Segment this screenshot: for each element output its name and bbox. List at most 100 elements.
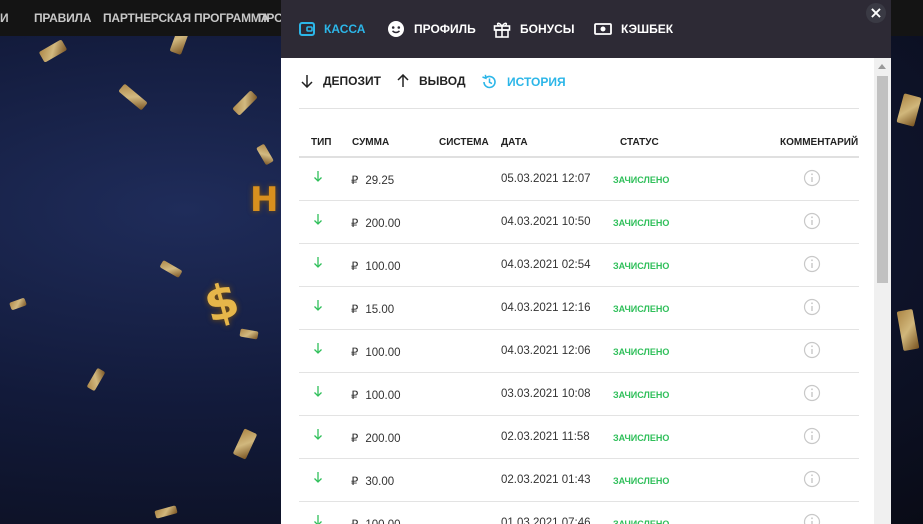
cashier-modal: КАССА ПРОФИЛЬ БОНУСЫ КЭШБЕК ДЕПОЗИТ ВЫВО… <box>281 0 891 524</box>
status-badge: ЗАЧИСЛЕНО <box>613 347 670 357</box>
status-badge: ЗАЧИСЛЕНО <box>613 175 670 185</box>
amount-value: 200.00 <box>365 218 401 230</box>
tab-cashback[interactable]: КЭШБЕК <box>594 0 673 58</box>
info-icon[interactable] <box>803 384 821 405</box>
tab-label: ПРОФИЛЬ <box>414 22 476 36</box>
deposit-arrow-icon <box>313 299 323 314</box>
status-badge: ЗАЧИСЛЕНО <box>613 261 670 271</box>
modal-header: КАССА ПРОФИЛЬ БОНУСЫ КЭШБЕК <box>281 0 891 58</box>
date-cell: 02.03.2021 01:43 <box>501 474 591 486</box>
status-badge: ЗАЧИСЛЕНО <box>613 390 670 400</box>
info-icon[interactable] <box>803 341 821 362</box>
table-row: ₽15.00 04.03.2021 12:16 ЗАЧИСЛЕНО <box>299 287 859 330</box>
date-cell: 05.03.2021 12:07 <box>501 173 591 185</box>
info-icon[interactable] <box>803 470 821 491</box>
gift-icon <box>493 22 511 38</box>
subtab-label: ДЕПОЗИТ <box>323 74 381 88</box>
info-icon[interactable] <box>803 212 821 233</box>
currency-symbol: ₽ <box>351 304 359 316</box>
nav-item[interactable]: ПРО <box>258 11 283 25</box>
deposit-arrow-icon <box>313 471 323 486</box>
amount-cell: ₽29.25 <box>351 173 394 187</box>
amount-cell: ₽200.00 <box>351 431 401 445</box>
column-status: СТАТУС <box>620 137 659 148</box>
info-icon[interactable] <box>803 255 821 276</box>
table-row: ₽30.00 02.03.2021 01:43 ЗАЧИСЛЕНО <box>299 459 859 502</box>
amount-cell: ₽100.00 <box>351 517 401 524</box>
deposit-arrow-icon <box>313 342 323 357</box>
info-icon[interactable] <box>803 169 821 190</box>
amount-value: 15.00 <box>365 304 395 316</box>
date-cell: 02.03.2021 11:58 <box>501 431 590 443</box>
tab-label: КАССА <box>324 22 366 36</box>
scrollbar[interactable] <box>874 58 891 524</box>
amount-value: 30.00 <box>365 476 395 488</box>
amount-cell: ₽100.00 <box>351 388 401 402</box>
arrow-down-icon <box>301 75 313 88</box>
tab-cashier[interactable]: КАССА <box>299 0 365 58</box>
tab-bonuses[interactable]: БОНУСЫ <box>493 0 575 58</box>
tab-profile[interactable]: ПРОФИЛЬ <box>387 0 476 58</box>
dollar-coin-icon: H <box>250 180 279 220</box>
date-cell: 04.03.2021 12:06 <box>501 345 591 357</box>
currency-symbol: ₽ <box>351 476 359 488</box>
table-row: ₽100.00 01.03.2021 07:46 ЗАЧИСЛЕНО <box>299 502 859 524</box>
dollar-coin-icon: $ <box>198 271 246 335</box>
info-icon[interactable] <box>803 427 821 448</box>
amount-cell: ₽15.00 <box>351 302 394 316</box>
history-table: ТИП СУММА СИСТЕМА ДАТА СТАТУС КОММЕНТАРИ… <box>299 128 859 524</box>
status-badge: ЗАЧИСЛЕНО <box>613 304 670 314</box>
nav-item-partner-program[interactable]: ПАРТНЕРСКАЯ ПРОГРАММА <box>103 11 269 25</box>
amount-value: 100.00 <box>365 347 401 359</box>
table-row: ₽100.00 04.03.2021 02:54 ЗАЧИСЛЕНО <box>299 244 859 287</box>
date-cell: 04.03.2021 10:50 <box>501 216 591 228</box>
currency-symbol: ₽ <box>351 390 359 402</box>
tab-label: БОНУСЫ <box>520 22 575 36</box>
deposit-arrow-icon <box>313 170 323 185</box>
subtab-withdraw[interactable]: ВЫВОД <box>397 74 466 88</box>
status-badge: ЗАЧИСЛЕНО <box>613 218 670 228</box>
nav-item-rules[interactable]: ПРАВИЛА <box>34 11 91 25</box>
table-row: ₽100.00 03.03.2021 10:08 ЗАЧИСЛЕНО <box>299 373 859 416</box>
status-badge: ЗАЧИСЛЕНО <box>613 433 670 443</box>
arrow-up-icon <box>397 74 409 87</box>
table-row: ₽200.00 02.03.2021 11:58 ЗАЧИСЛЕНО <box>299 416 859 459</box>
currency-symbol: ₽ <box>351 218 359 230</box>
subtab-history[interactable]: ИСТОРИЯ <box>481 74 566 90</box>
deposit-arrow-icon <box>313 256 323 271</box>
amount-value: 100.00 <box>365 261 401 273</box>
date-cell: 01.03.2021 07:46 <box>501 517 591 524</box>
scrollbar-thumb[interactable] <box>877 76 888 283</box>
status-badge: ЗАЧИСЛЕНО <box>613 476 670 486</box>
subtab-deposit[interactable]: ДЕПОЗИТ <box>301 74 381 88</box>
table-row: ₽100.00 04.03.2021 12:06 ЗАЧИСЛЕНО <box>299 330 859 373</box>
deposit-arrow-icon <box>313 213 323 228</box>
table-header: ТИП СУММА СИСТЕМА ДАТА СТАТУС КОММЕНТАРИ… <box>299 128 859 158</box>
info-icon[interactable] <box>803 298 821 319</box>
amount-cell: ₽100.00 <box>351 345 401 359</box>
table-row: ₽200.00 04.03.2021 10:50 ЗАЧИСЛЕНО <box>299 201 859 244</box>
currency-symbol: ₽ <box>351 433 359 445</box>
wallet-icon <box>299 22 315 36</box>
nav-item[interactable]: И <box>0 11 9 25</box>
amount-cell: ₽30.00 <box>351 474 394 488</box>
scroll-up-arrow-icon[interactable] <box>878 64 886 69</box>
column-amount: СУММА <box>352 137 390 148</box>
cash-icon <box>594 23 612 35</box>
currency-symbol: ₽ <box>351 347 359 359</box>
date-cell: 03.03.2021 10:08 <box>501 388 591 400</box>
currency-symbol: ₽ <box>351 175 359 187</box>
deposit-arrow-icon <box>313 514 323 524</box>
table-row: ₽29.25 05.03.2021 12:07 ЗАЧИСЛЕНО <box>299 158 859 201</box>
deposit-arrow-icon <box>313 428 323 443</box>
date-cell: 04.03.2021 12:16 <box>501 302 591 314</box>
currency-symbol: ₽ <box>351 519 358 524</box>
info-icon[interactable] <box>803 513 821 524</box>
currency-symbol: ₽ <box>351 261 359 273</box>
deposit-arrow-icon <box>313 385 323 400</box>
close-button[interactable]: × <box>866 3 886 23</box>
table-body: ₽29.25 05.03.2021 12:07 ЗАЧИСЛЕНО ₽200.00 04… <box>299 158 859 524</box>
amount-value: 100.00 <box>365 519 400 524</box>
amount-cell: ₽100.00 <box>351 259 401 273</box>
amount-value: 100.00 <box>365 390 401 402</box>
